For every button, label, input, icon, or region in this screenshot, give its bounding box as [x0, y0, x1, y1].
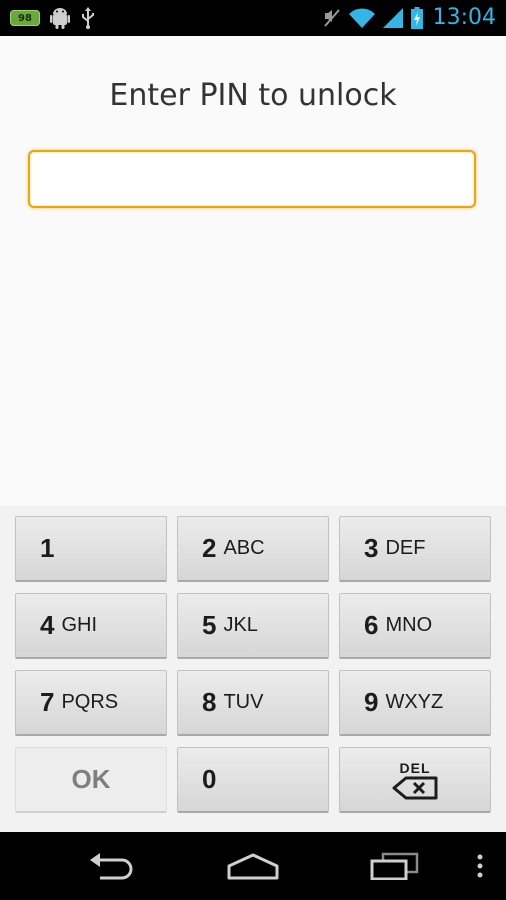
clock: 13:04 [432, 5, 496, 30]
vibrate-off-icon [323, 8, 341, 28]
key-4[interactable]: 4 GHI [15, 593, 167, 659]
usb-icon [80, 7, 96, 29]
key-digit: 3 [364, 533, 379, 563]
key-letters: TUV [223, 691, 264, 713]
key-digit: 0 [202, 764, 217, 794]
key-digit: 1 [40, 533, 55, 563]
key-0[interactable]: 0 [177, 747, 329, 813]
key-7[interactable]: 7 PQRS [15, 670, 167, 736]
ok-label: OK [71, 764, 111, 794]
notification-icons: 98 [10, 6, 96, 30]
system-icons: 13:04 [323, 4, 496, 32]
back-button[interactable] [82, 832, 142, 900]
key-digit: 8 [202, 687, 217, 717]
key-digit: 7 [40, 687, 55, 717]
key-letters: WXYZ [385, 691, 444, 713]
battery-notification-icon: 98 [10, 10, 40, 26]
key-digit: 2 [202, 533, 217, 563]
key-letters: MNO [385, 614, 433, 636]
key-5[interactable]: 5 JKL [177, 593, 329, 659]
key-9[interactable]: 9 WXYZ [339, 670, 491, 736]
backspace-icon [392, 776, 438, 800]
key-letters: DEF [385, 537, 426, 559]
recent-apps-icon [369, 852, 419, 880]
signal-icon [382, 8, 403, 28]
delete-button[interactable]: DEL [339, 747, 491, 813]
key-digit: 6 [364, 610, 379, 640]
home-button[interactable] [222, 832, 284, 900]
key-digit: 4 [40, 610, 55, 640]
key-8[interactable]: 8 TUV [177, 670, 329, 736]
home-icon [226, 852, 280, 880]
key-1[interactable]: 1 [15, 516, 167, 582]
key-letters: ABC [223, 537, 265, 559]
key-3[interactable]: 3 DEF [339, 516, 491, 582]
key-letters: JKL [223, 614, 258, 636]
status-bar: 98 13:04 [0, 0, 506, 36]
pin-prompt: Enter PIN to unlock [109, 78, 397, 113]
wifi-icon [348, 8, 375, 28]
back-icon [88, 852, 136, 880]
recent-apps-button[interactable] [364, 832, 424, 900]
navigation-bar [0, 832, 506, 900]
pin-input[interactable] [28, 150, 476, 208]
key-2[interactable]: 2 ABC [177, 516, 329, 582]
pin-keypad: 1 2 ABC 3 DEF 4 GHI 5 JKL 6 MNO 7 PQRS 8… [0, 506, 506, 832]
key-digit: 9 [364, 687, 379, 717]
key-letters: GHI [61, 614, 98, 636]
android-debug-icon [50, 7, 70, 29]
key-6[interactable]: 6 MNO [339, 593, 491, 659]
key-digit: 5 [202, 610, 217, 640]
overflow-menu-icon [476, 854, 484, 878]
ok-button[interactable]: OK [15, 747, 167, 813]
battery-charging-icon [410, 7, 423, 29]
del-label: DEL [399, 759, 431, 776]
key-letters: PQRS [61, 691, 119, 713]
overflow-menu-button[interactable] [468, 832, 492, 900]
pin-unlock-screen: Enter PIN to unlock 1 2 ABC 3 DEF 4 GHI … [0, 36, 506, 832]
